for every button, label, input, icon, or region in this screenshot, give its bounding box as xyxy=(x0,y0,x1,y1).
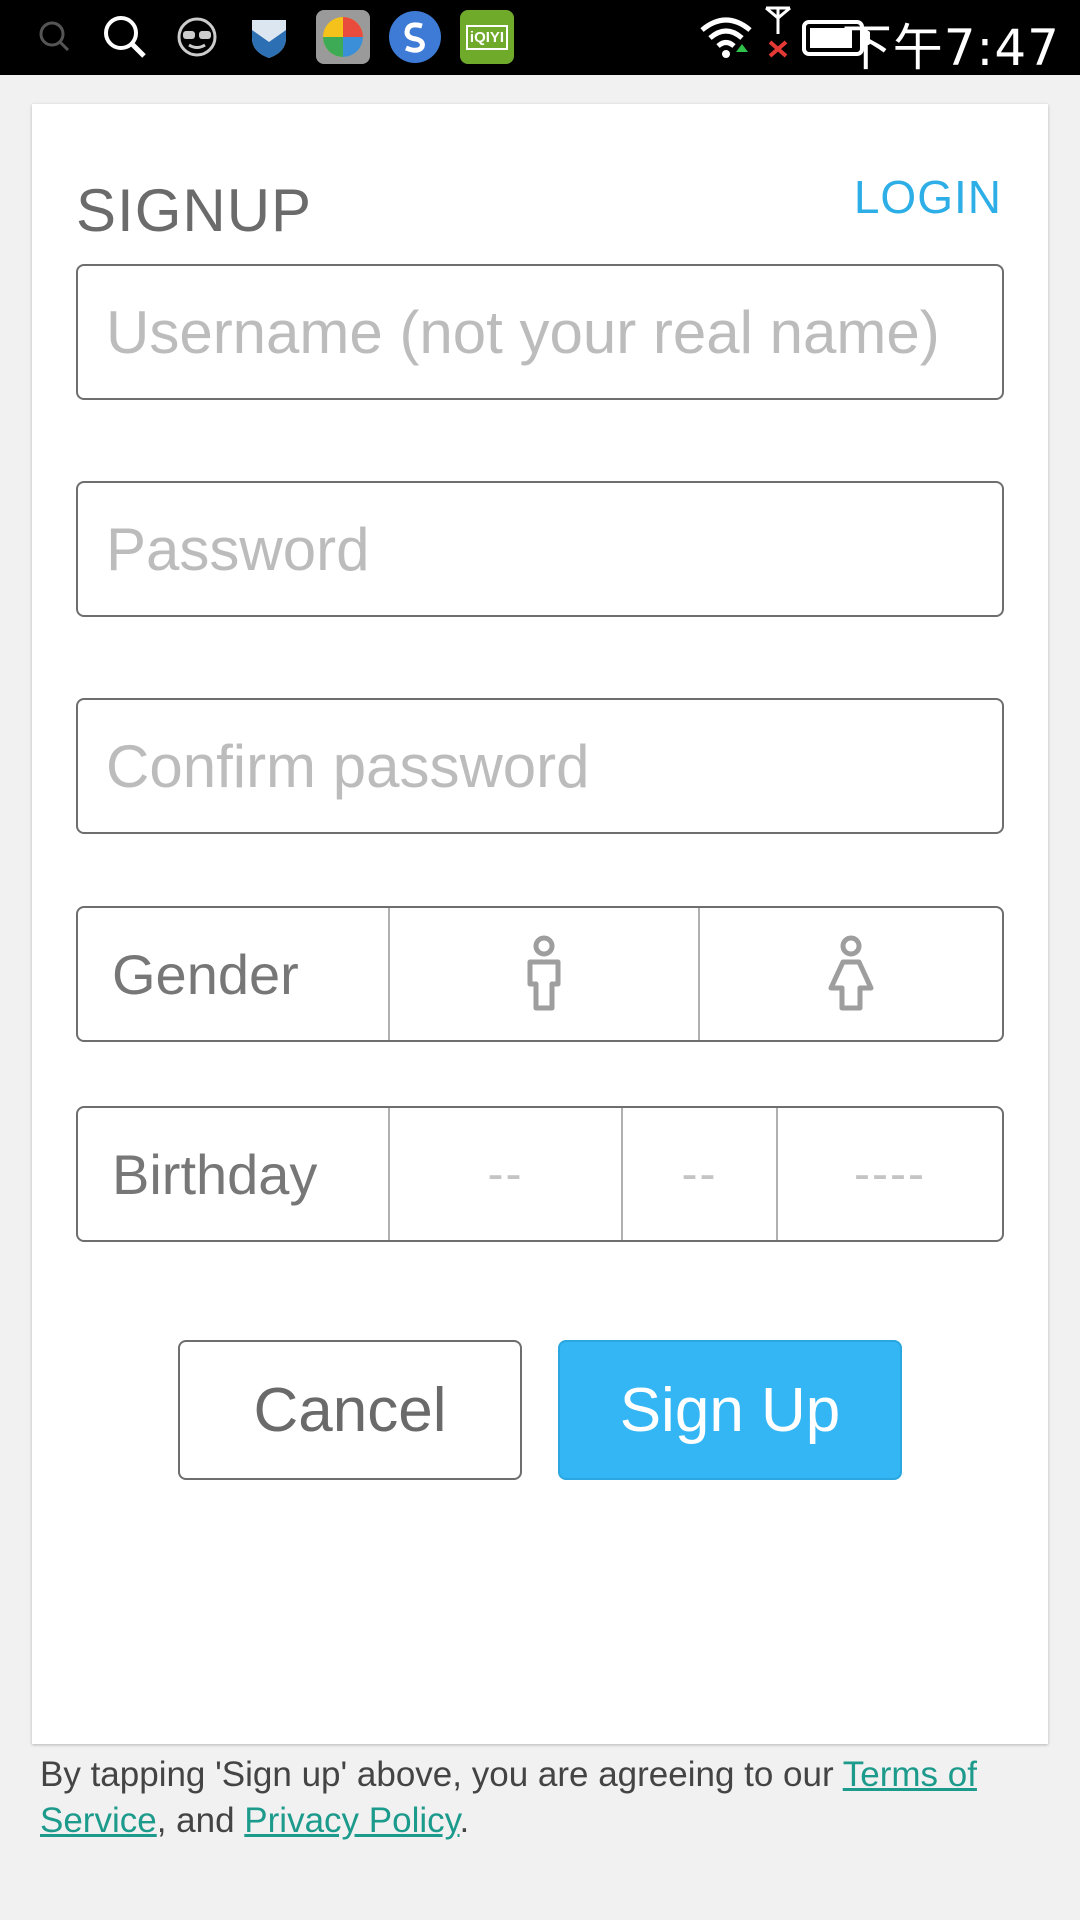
gender-row: Gender xyxy=(76,906,1004,1042)
privacy-policy-link[interactable]: Privacy Policy xyxy=(244,1801,459,1840)
gender-label-cell: Gender xyxy=(78,908,388,1040)
birthday-month-value: -- xyxy=(487,1147,524,1201)
confirm-password-field-box xyxy=(76,698,1004,834)
female-icon xyxy=(828,935,874,1011)
signup-card: SIGNUP LOGIN Gender Birthday xyxy=(32,104,1048,1744)
shield-icon xyxy=(252,20,286,58)
colorful-app-icon xyxy=(316,10,370,64)
login-link[interactable]: LOGIN xyxy=(854,170,1002,224)
page-title: SIGNUP xyxy=(76,177,313,244)
terms-middle: , and xyxy=(156,1801,245,1840)
birthday-month-select[interactable]: -- xyxy=(388,1108,621,1240)
gender-male-option[interactable] xyxy=(388,908,698,1040)
gender-label: Gender xyxy=(112,942,299,1006)
birthday-label: Birthday xyxy=(112,1142,318,1206)
birthday-year-value: ---- xyxy=(854,1147,926,1201)
terms-prefix: By tapping 'Sign up' above, you are agre… xyxy=(40,1755,843,1794)
terms-notice: By tapping 'Sign up' above, you are agre… xyxy=(40,1752,1050,1844)
confirm-password-input[interactable] xyxy=(78,700,1002,832)
birthday-day-value: -- xyxy=(681,1147,718,1201)
iqiyi-label: iQIYI xyxy=(465,24,509,50)
antenna-no-signal-icon xyxy=(765,6,791,58)
cancel-button[interactable]: Cancel xyxy=(178,1340,522,1480)
wifi-icon xyxy=(700,17,752,58)
terms-suffix: . xyxy=(459,1801,470,1840)
blue-s-app-icon xyxy=(389,11,441,63)
username-input[interactable] xyxy=(78,266,1002,398)
status-bar: iQIYI 下午7:47 xyxy=(0,0,1080,77)
password-input[interactable] xyxy=(78,483,1002,615)
sunglasses-icon xyxy=(177,17,217,57)
male-icon xyxy=(527,935,561,1011)
birthday-label-cell: Birthday xyxy=(78,1108,388,1240)
search-small-icon xyxy=(39,21,70,52)
gender-female-option[interactable] xyxy=(698,908,1002,1040)
sign-up-button[interactable]: Sign Up xyxy=(558,1340,902,1480)
iqiyi-app-icon: iQIYI xyxy=(460,10,514,64)
username-field-box xyxy=(76,264,1004,400)
birthday-day-select[interactable]: -- xyxy=(621,1108,776,1240)
status-time: 下午7:47 xyxy=(841,19,1060,77)
password-field-box xyxy=(76,481,1004,617)
birthday-year-select[interactable]: ---- xyxy=(776,1108,1002,1240)
birthday-row: Birthday -- -- ---- xyxy=(76,1106,1004,1242)
search-icon xyxy=(104,16,146,58)
